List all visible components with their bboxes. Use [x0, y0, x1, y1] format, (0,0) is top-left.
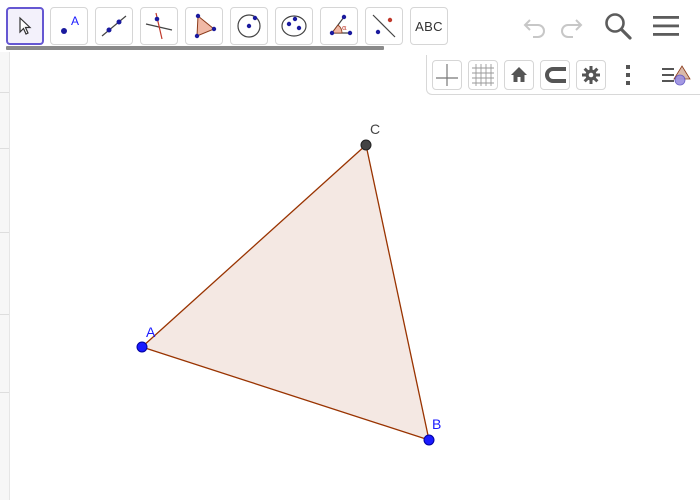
- point-capturing-button[interactable]: [540, 60, 570, 90]
- point-a[interactable]: [136, 341, 148, 353]
- toggle-style-bar-button[interactable]: [659, 60, 693, 90]
- grid-icon: [472, 64, 494, 86]
- more-options-button[interactable]: [613, 60, 643, 90]
- magnet-icon: [545, 67, 566, 83]
- toggle-axes-button[interactable]: [432, 60, 462, 90]
- point-b-label[interactable]: B: [432, 416, 441, 432]
- graphics-style-bar: [426, 55, 700, 95]
- more-vertical-icon: [626, 65, 630, 85]
- home-icon: [511, 67, 527, 82]
- triangle-polygon[interactable]: [142, 145, 429, 440]
- graphics-settings-button[interactable]: [576, 60, 606, 90]
- axes-icon: [436, 64, 458, 86]
- point-c-label[interactable]: C: [370, 121, 380, 137]
- point-b[interactable]: [423, 434, 435, 446]
- gear-icon: [582, 66, 600, 84]
- point-a-label[interactable]: A: [146, 324, 156, 340]
- toggle-style-bar-icon: [662, 65, 691, 86]
- standard-view-button[interactable]: [504, 60, 534, 90]
- toggle-grid-button[interactable]: [468, 60, 498, 90]
- point-c[interactable]: [360, 139, 372, 151]
